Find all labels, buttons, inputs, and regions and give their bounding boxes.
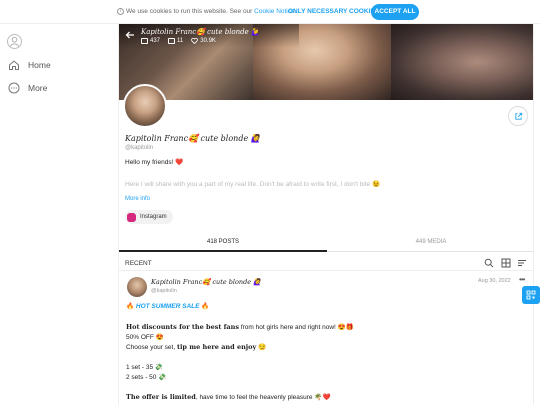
post-author-avatar[interactable] xyxy=(127,277,147,297)
cover-photo xyxy=(391,24,533,100)
more-icon xyxy=(8,82,20,94)
grid-icon[interactable] xyxy=(501,258,511,268)
feed-header: RECENT xyxy=(125,260,152,267)
sidebar-item-more[interactable]: More xyxy=(8,82,47,94)
search-icon[interactable] xyxy=(484,258,494,268)
accept-all-button[interactable]: ACCEPT ALL xyxy=(371,4,419,20)
post-text-line: Hot discounts for the best fans from hot… xyxy=(126,323,354,331)
share-button[interactable] xyxy=(508,106,528,126)
tab-posts[interactable]: 418 POSTS xyxy=(119,234,327,252)
video-icon xyxy=(168,38,176,44)
back-arrow-icon[interactable] xyxy=(125,30,135,40)
bio-line: Here I will share with you a part of my … xyxy=(125,181,381,188)
more-info-link[interactable]: More info xyxy=(125,196,150,202)
cover-photos: Kapitolin Franc🥰 cute blonde 🙋‍♀️ 437 11… xyxy=(119,24,533,100)
post-text-line: 2 sets - 50 💸 xyxy=(126,374,167,381)
qr-icon xyxy=(526,290,536,300)
sidebar-item-home[interactable]: Home xyxy=(8,59,51,71)
home-icon xyxy=(9,60,19,70)
post-author-name[interactable]: Kapitolin Franc🥰 cute blonde 🙋‍♀️ xyxy=(151,278,261,286)
user-avatar-icon[interactable] xyxy=(7,34,22,49)
share-icon xyxy=(514,112,522,120)
profile-name: Kapitolin Franc🥰 cute blonde 🙋‍♀️ xyxy=(125,134,261,143)
only-necessary-cookies-button[interactable]: ONLY NECESSARY COOKIES xyxy=(288,8,379,15)
post-date: Aug 30, 2022 xyxy=(478,278,511,284)
heart-icon xyxy=(191,38,199,44)
profile-main: Kapitolin Franc🥰 cute blonde 🙋‍♀️ 437 11… xyxy=(118,24,534,405)
profile-stats: 437 11 30.9K xyxy=(141,38,224,44)
sidebar-item-label: Home xyxy=(28,60,51,70)
post-text-line: 50% OFF 😍 xyxy=(126,334,164,341)
cookie-banner: i We use cookies to run this website. Se… xyxy=(0,0,540,24)
bio-line: Hello my friends! ❤️ xyxy=(125,159,184,166)
post-text-line: Choose your set, tip me here and enjoy 😏 xyxy=(126,343,267,351)
photo-icon xyxy=(141,38,148,44)
cover-profile-name: Kapitolin Franc🥰 cute blonde 🙋‍♀️ xyxy=(141,28,260,36)
post-text-line: The offer is limited, have time to feel … xyxy=(126,393,331,401)
post-author-handle: @kapitolin xyxy=(151,288,177,294)
cookie-text: We use cookies to run this website. See … xyxy=(126,8,297,15)
profile-handle: @kapitolin xyxy=(125,145,154,151)
profile-tabs: 418 POSTS 449 MEDIA xyxy=(119,234,533,252)
post-text-line: 1 set - 35 💸 xyxy=(126,364,163,371)
instagram-link[interactable]: Instagram xyxy=(125,210,173,224)
sort-icon[interactable] xyxy=(517,258,527,268)
instagram-icon xyxy=(127,212,136,222)
sidebar-item-label: More xyxy=(28,83,48,93)
likes-count: 30.9K xyxy=(191,38,216,44)
floating-action-button[interactable] xyxy=(522,286,540,304)
sidebar: Home More xyxy=(0,24,117,405)
photos-count: 437 xyxy=(141,38,160,44)
post-text-line: 🔥 HOT SUMMER SALE 🔥 xyxy=(126,303,210,310)
tab-media[interactable]: 449 MEDIA xyxy=(327,234,533,252)
post-menu-icon[interactable]: ••• xyxy=(519,275,525,284)
info-icon: i xyxy=(117,8,124,15)
profile-avatar[interactable] xyxy=(123,84,167,128)
videos-count: 11 xyxy=(168,38,183,44)
